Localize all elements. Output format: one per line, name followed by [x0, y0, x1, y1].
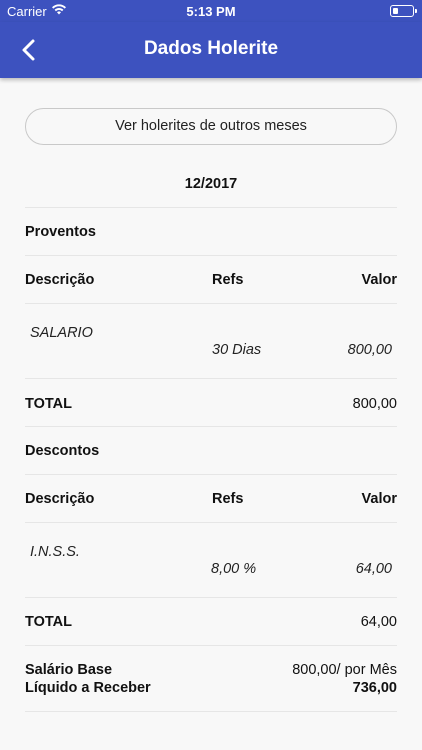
- divider: [25, 597, 397, 598]
- divider: [25, 474, 397, 475]
- divider: [25, 645, 397, 646]
- divider: [25, 426, 397, 427]
- salario-base-label: Salário Base: [25, 662, 113, 678]
- descontos-section-title: Descontos: [25, 443, 100, 459]
- liquido-label: Líquido a Receber: [25, 680, 151, 696]
- proventos-header-row: Descrição Refs Valor: [25, 272, 397, 288]
- header-valor: Valor: [361, 272, 397, 288]
- item-refs: 30 Dias: [212, 342, 262, 358]
- table-row: I.N.S.S.: [30, 544, 392, 560]
- clock: 5:13 PM: [186, 4, 236, 19]
- proventos-section-title: Proventos: [25, 224, 96, 240]
- descontos-total-row: TOTAL 64,00: [25, 614, 397, 630]
- table-row: SALARIO: [30, 325, 392, 341]
- divider: [25, 255, 397, 256]
- header-descricao: Descrição: [25, 491, 95, 507]
- item-refs: 8,00 %: [211, 561, 257, 577]
- item-valor: 64,00: [355, 561, 392, 577]
- total-label: TOTAL: [25, 614, 72, 630]
- salario-base-row: Salário Base 800,00/ por Mês: [25, 662, 397, 678]
- page-title: Dados Holerite: [143, 38, 279, 59]
- liquido-row: Líquido a Receber 736,00: [25, 680, 397, 696]
- total-label: TOTAL: [25, 396, 72, 412]
- divider: [25, 207, 397, 208]
- battery-icon: [390, 5, 417, 17]
- divider: [25, 522, 397, 523]
- total-value: 64,00: [360, 614, 397, 630]
- header-refs: Refs: [212, 491, 244, 507]
- status-bar: Carrier 5:13 PM: [0, 0, 422, 22]
- divider: [25, 711, 397, 712]
- item-descricao: SALARIO: [30, 325, 93, 341]
- header-descricao: Descrição: [25, 272, 95, 288]
- total-value: 800,00: [352, 396, 397, 412]
- liquido-value: 736,00: [352, 680, 397, 696]
- period-label: 12/2017: [184, 176, 238, 192]
- salario-base-value: 800,00/ por Mês: [292, 662, 397, 678]
- other-months-button[interactable]: Ver holerites de outros meses: [25, 108, 397, 145]
- header-valor: Valor: [361, 491, 397, 507]
- nav-bar: Dados Holerite: [0, 22, 422, 78]
- header-refs: Refs: [212, 272, 244, 288]
- divider: [25, 378, 397, 379]
- divider: [25, 303, 397, 304]
- item-valor: 800,00: [347, 342, 392, 358]
- item-descricao: I.N.S.S.: [30, 544, 80, 560]
- descontos-header-row: Descrição Refs Valor: [25, 491, 397, 507]
- proventos-total-row: TOTAL 800,00: [25, 396, 397, 412]
